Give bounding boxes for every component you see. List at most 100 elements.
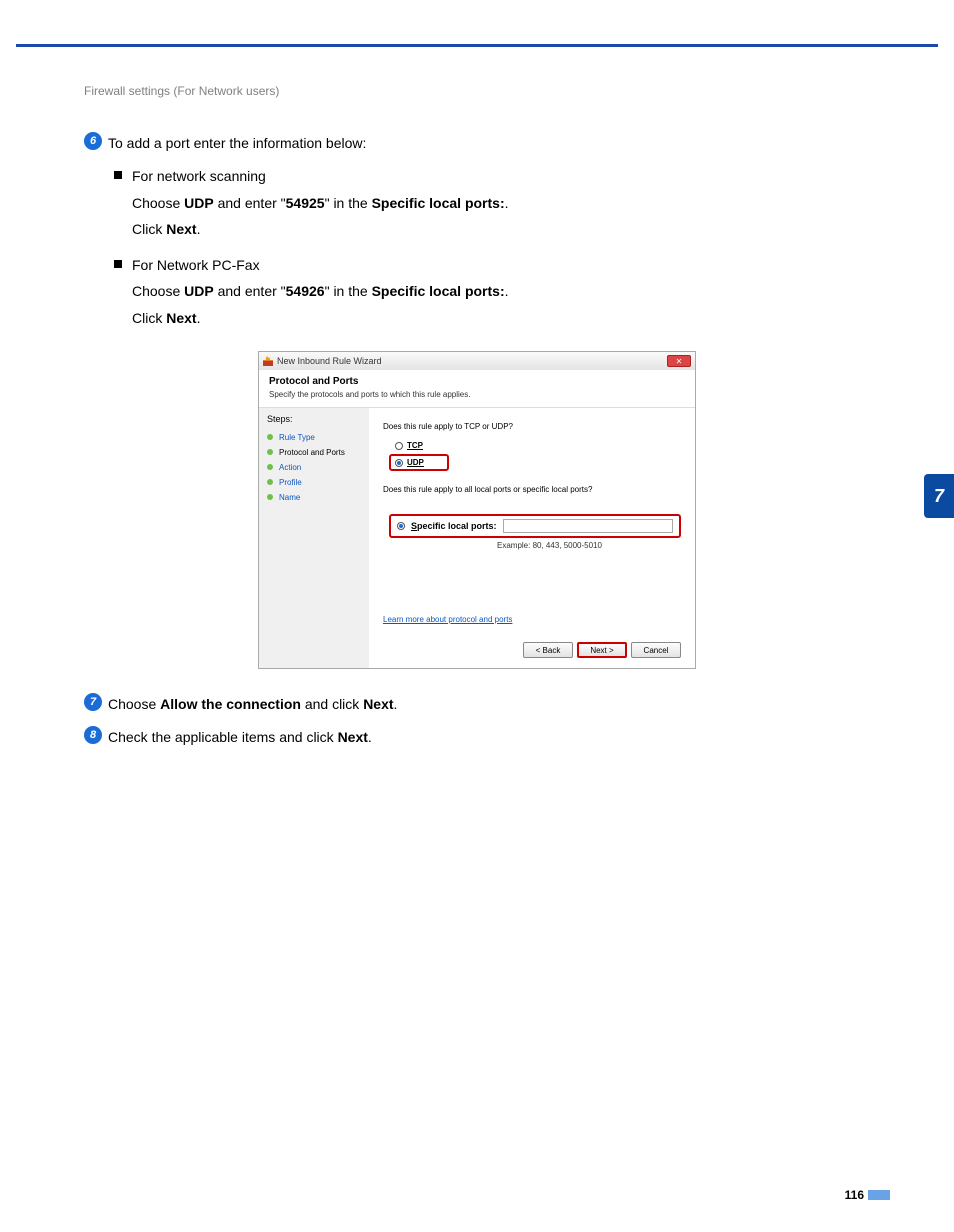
breadcrumb: Firewall settings (For Network users): [84, 84, 279, 98]
text: .: [368, 729, 372, 745]
text: and enter ": [214, 195, 286, 211]
text: Choose: [108, 696, 160, 712]
wizard-subheading: Specify the protocols and ports to which…: [269, 390, 685, 399]
wizard-step-label: Action: [279, 463, 301, 472]
step-dot-icon: [267, 494, 273, 500]
text: Check the applicable items and click: [108, 729, 338, 745]
text: Choose: [132, 283, 184, 299]
wizard-step-profile[interactable]: Profile: [267, 475, 361, 490]
radio-icon: [397, 522, 405, 530]
step-badge-7: 7: [84, 693, 102, 711]
text: Choose: [132, 195, 184, 211]
step-7-row: 7 Choose Allow the connection and click …: [84, 693, 870, 715]
port-54925: 54925: [286, 195, 325, 211]
udp-radio[interactable]: UDP: [389, 454, 449, 471]
tcp-label: TCP: [407, 441, 423, 450]
allow-connection-label: Allow the connection: [160, 696, 301, 712]
page-number: 116: [845, 1188, 864, 1202]
next-button[interactable]: Next >: [577, 642, 627, 658]
text: " in the: [325, 195, 372, 211]
wizard-step-label: Protocol and Ports: [279, 448, 345, 457]
next-label: Next: [166, 221, 196, 237]
close-icon[interactable]: ✕: [667, 355, 691, 367]
wizard-button-row: < Back Next > Cancel: [523, 642, 681, 658]
step-dot-icon: [267, 434, 273, 440]
text: .: [197, 221, 201, 237]
wizard-step-label: Name: [279, 493, 300, 502]
text: .: [197, 310, 201, 326]
step-dot-icon: [267, 479, 273, 485]
bullet-pcfax-line2: Click Next.: [132, 305, 870, 332]
specific-ports-radio[interactable]: SSpecific local ports:pecific local port…: [389, 514, 681, 538]
next-label: Next: [338, 729, 368, 745]
cropped-option: [389, 500, 681, 512]
step-badge-6: 6: [84, 132, 102, 150]
step-8-row: 8 Check the applicable items and click N…: [84, 726, 870, 748]
specific-ports-label: SSpecific local ports:pecific local port…: [411, 521, 497, 531]
bullet-pcfax-line1: Choose UDP and enter "54926" in the Spec…: [132, 278, 870, 305]
wizard-steps-label: Steps:: [267, 414, 361, 424]
text: .: [505, 195, 509, 211]
wizard-step-protocol-ports[interactable]: Protocol and Ports: [267, 445, 361, 460]
specific-ports-input[interactable]: [503, 519, 673, 533]
cancel-button[interactable]: Cancel: [631, 642, 681, 658]
wizard-heading: Protocol and Ports: [269, 376, 685, 387]
page-footer: 116: [845, 1188, 890, 1202]
wizard-screenshot: New Inbound Rule Wizard ✕ Protocol and P…: [258, 351, 696, 669]
wizard-step-action[interactable]: Action: [267, 460, 361, 475]
bullet-network-scanning-title: For network scanning: [114, 164, 870, 189]
text: " in the: [325, 283, 372, 299]
ports-example: Example: 80, 443, 5000-5010: [497, 541, 681, 550]
step-8-text: Check the applicable items and click Nex…: [108, 726, 870, 748]
protocol-radio-group: TCP UDP: [389, 437, 681, 471]
udp-label: UDP: [184, 195, 214, 211]
step-dot-icon: [267, 464, 273, 470]
text: and click: [301, 696, 363, 712]
radio-icon: [395, 459, 403, 467]
footer-accent-bar: [868, 1190, 890, 1200]
top-divider: [16, 44, 938, 47]
next-label: Next: [166, 310, 196, 326]
step-7-text: Choose Allow the connection and click Ne…: [108, 693, 870, 715]
specific-local-ports-label: Specific local ports:: [372, 283, 505, 299]
specific-local-ports-label: Specific local ports:: [372, 195, 505, 211]
learn-more-link[interactable]: Learn more about protocol and ports: [383, 615, 512, 624]
text: Click: [132, 221, 166, 237]
wizard-question-ports: Does this rule apply to all local ports …: [383, 485, 681, 494]
ports-radio-group: SSpecific local ports:pecific local port…: [389, 500, 681, 550]
wizard-right-panel: Does this rule apply to TCP or UDP? TCP …: [369, 408, 695, 668]
step-6-text: To add a port enter the information belo…: [108, 132, 870, 154]
wizard-step-name[interactable]: Name: [267, 490, 361, 505]
bullet-network-scanning-line2: Click Next.: [132, 216, 870, 243]
step-dot-icon: [267, 449, 273, 455]
firewall-icon: [263, 356, 273, 366]
next-label: Next: [363, 696, 393, 712]
text: .: [505, 283, 509, 299]
wizard-step-rule-type[interactable]: Rule Type: [267, 430, 361, 445]
bullet-pcfax-title: For Network PC-Fax: [114, 253, 870, 278]
udp-label: UDP: [407, 458, 424, 467]
wizard-sidebar: Steps: Rule Type Protocol and Ports Acti…: [259, 408, 369, 668]
port-54926: 54926: [286, 283, 325, 299]
radio-icon: [395, 442, 403, 450]
wizard-window: New Inbound Rule Wizard ✕ Protocol and P…: [258, 351, 696, 669]
udp-label: UDP: [184, 283, 214, 299]
step-6-bullets: For network scanning Choose UDP and ente…: [114, 164, 870, 331]
wizard-header: Protocol and Ports Specify the protocols…: [259, 370, 695, 408]
step-6-row: 6 To add a port enter the information be…: [84, 132, 870, 154]
wizard-title-left: New Inbound Rule Wizard: [263, 356, 382, 366]
step-badge-8: 8: [84, 726, 102, 744]
wizard-main: Steps: Rule Type Protocol and Ports Acti…: [259, 408, 695, 668]
main-content: 6 To add a port enter the information be…: [84, 132, 870, 758]
wizard-step-label: Profile: [279, 478, 302, 487]
tcp-radio[interactable]: TCP: [389, 437, 449, 454]
text: Click: [132, 310, 166, 326]
wizard-step-label: Rule Type: [279, 433, 315, 442]
chapter-tab: 7: [924, 474, 954, 518]
text: and enter ": [214, 283, 286, 299]
back-button[interactable]: < Back: [523, 642, 573, 658]
text: .: [394, 696, 398, 712]
wizard-title-text: New Inbound Rule Wizard: [277, 356, 382, 366]
bullet-network-scanning-line1: Choose UDP and enter "54925" in the Spec…: [132, 190, 870, 217]
wizard-question-protocol: Does this rule apply to TCP or UDP?: [383, 422, 681, 431]
